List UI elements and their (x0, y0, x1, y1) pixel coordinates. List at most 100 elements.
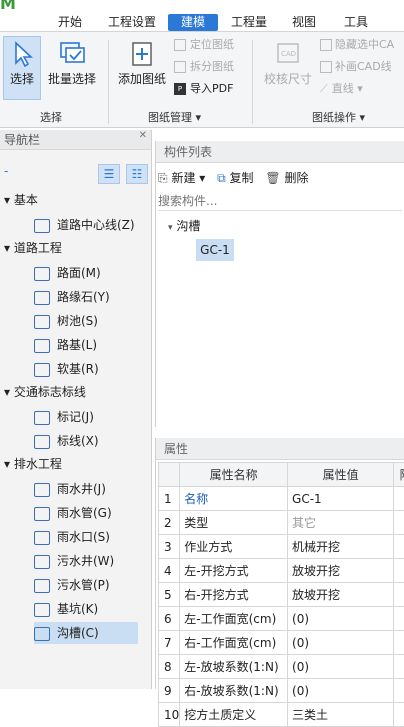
nav-group[interactable]: ▾ 交通标志标线 (4, 382, 86, 402)
table-cell (394, 607, 404, 631)
nav-item-label: 树池(S) (57, 314, 98, 328)
table-row[interactable]: 1名称GC-1 (159, 487, 404, 511)
table-cell: 3 (159, 535, 180, 559)
select-button[interactable]: 选择 (3, 36, 41, 100)
line-icon: ⟋ (320, 82, 328, 95)
add-drawing-button[interactable]: 添加图纸 (114, 36, 170, 100)
nav-group[interactable]: ▾ 基本 (4, 190, 38, 210)
table-row[interactable]: 6左-工作面宽(cm)(0) (159, 607, 404, 631)
menu-bar: 开始 工程设置 建模 工程量 视图 工具 (0, 12, 404, 32)
nav-item-label: 道路中心线(Z) (57, 218, 135, 232)
component-item-gc1[interactable]: GC-1 (196, 239, 234, 261)
component-list-title: 构件列表 (156, 141, 404, 163)
table-cell (394, 535, 404, 559)
select-label: 选择 (4, 70, 40, 87)
nav-item-label: 标线(X) (57, 434, 99, 448)
nav-item[interactable]: 污水井(W) (34, 550, 138, 572)
component-list-panel: 构件列表 ⎘ 新建 ▾ ⧉ 复制 🗑 删除 ▾ 沟槽 GC-1 (155, 141, 404, 427)
nav-item[interactable]: 路基(L) (34, 334, 138, 356)
nav-item[interactable]: 雨水口(S) (34, 526, 138, 548)
tab-modeling[interactable]: 建模 (168, 14, 218, 31)
check-size-button[interactable]: CAD 校核尺寸 (260, 36, 316, 100)
nav-item[interactable]: 沟槽(C) (34, 622, 138, 644)
sewage-pipe-icon (34, 579, 50, 593)
add-drawing-icon (127, 39, 157, 67)
split-drawing-button[interactable]: 拆分图纸 (174, 58, 234, 76)
rain-inlet-icon (34, 531, 50, 545)
table-row[interactable]: 9右-放坡系数(1:N)(0) (159, 679, 404, 703)
nav-item-label: 污水管(P) (57, 578, 110, 592)
curb-icon (34, 291, 50, 305)
col-index (159, 463, 180, 487)
nav-item[interactable]: 雨水井(J) (34, 478, 138, 500)
table-row[interactable]: 3作业方式机械开挖 (159, 535, 404, 559)
table-cell (394, 559, 404, 583)
nav-item-label: 标记(J) (57, 410, 94, 424)
import-pdf-button[interactable]: P导入PDF (174, 80, 233, 98)
nav-tree: ▾ 基本道路中心线(Z) ▾ 道路工程路面(M)路缘石(Y) 树池(S) 路基(L)软… (0, 130, 152, 689)
table-cell: GC-1 (288, 487, 394, 511)
new-button[interactable]: ⎘ 新建 ▾ (158, 171, 205, 185)
table-cell: 6 (159, 607, 180, 631)
table-cell: 挖方土质定义 (180, 703, 288, 727)
nav-item[interactable]: 路面(M) (34, 262, 138, 284)
line-button[interactable]: ⟋直线 ▾ (320, 80, 363, 98)
group-divider (252, 40, 253, 124)
split-icon (174, 61, 186, 73)
nav-item-label: 沟槽(C) (57, 626, 99, 640)
table-row[interactable]: 7右-工作面宽(cm)(0) (159, 631, 404, 655)
nav-item[interactable]: 树池(S) (34, 310, 138, 332)
table-row[interactable]: 5右-开挖方式放坡开挖 (159, 583, 404, 607)
batch-select-button[interactable]: 批量选择 (46, 36, 98, 100)
tab-view[interactable]: 视图 (286, 14, 322, 31)
col-value: 属性值 (288, 463, 394, 487)
table-row[interactable]: 4左-开挖方式放坡开挖 (159, 559, 404, 583)
table-cell: 4 (159, 559, 180, 583)
nav-item[interactable]: 路缘石(Y) (34, 286, 138, 308)
table-cell (394, 679, 404, 703)
sewage-well-icon (34, 555, 50, 569)
nav-item-label: 基坑(K) (57, 602, 98, 616)
properties-title: 属性 (156, 438, 404, 460)
nav-item-label: 雨水口(S) (57, 530, 110, 544)
group-drawing-ops-caption: 图纸操作 ▾ (312, 109, 365, 125)
table-cell: 右-放坡系数(1:N) (180, 679, 288, 703)
nav-group[interactable]: ▾ 排水工程 (4, 454, 62, 474)
table-row[interactable]: 2类型其它 (159, 511, 404, 535)
fill-cad-icon (320, 61, 332, 73)
nav-item[interactable]: 标记(J) (34, 406, 138, 428)
col-extra: 附 (394, 463, 404, 487)
tab-tools[interactable]: 工具 (338, 14, 374, 31)
nav-item[interactable]: 道路中心线(Z) (34, 214, 138, 236)
nav-group[interactable]: ▾ 道路工程 (4, 238, 62, 258)
table-row[interactable]: 8左-放坡系数(1:N)(0) (159, 655, 404, 679)
table-cell: 其它 (288, 511, 394, 535)
group-select-caption: 选择 (40, 109, 62, 125)
table-cell (394, 703, 404, 727)
component-toolbar: ⎘ 新建 ▾ ⧉ 复制 🗑 删除 (158, 167, 308, 189)
component-group[interactable]: ▾ 沟槽 (168, 217, 200, 234)
tab-start[interactable]: 开始 (52, 14, 88, 31)
table-cell (394, 583, 404, 607)
nav-item[interactable]: 污水管(P) (34, 574, 138, 596)
ribbon: 选择 批量选择 选择 添加图纸 定位图纸 拆分图纸 P导入PDF 图纸管理 ▾ … (0, 32, 404, 128)
check-size-label: 校核尺寸 (260, 70, 316, 87)
table-cell: 1 (159, 487, 180, 511)
hide-cad-button[interactable]: 隐藏选中CA (320, 36, 394, 54)
delete-button[interactable]: 🗑 删除 (265, 171, 308, 185)
properties-panel: 属性 属性名称 属性值 附 1名称GC-12类型其它3作业方式机械开挖4左-开挖… (155, 438, 404, 689)
tab-project-settings[interactable]: 工程设置 (104, 14, 160, 31)
tab-quantity[interactable]: 工程量 (226, 14, 272, 31)
fill-cad-button[interactable]: 补画CAD线 (320, 58, 392, 76)
nav-item[interactable]: 基坑(K) (34, 598, 138, 620)
copy-button[interactable]: ⧉ 复制 (217, 171, 253, 185)
table-cell: (0) (288, 679, 394, 703)
nav-item[interactable]: 软基(R) (34, 358, 138, 380)
subgrade-icon (34, 339, 50, 353)
table-row[interactable]: 10挖方土质定义三类土 (159, 703, 404, 727)
nav-item[interactable]: 雨水管(G) (34, 502, 138, 524)
table-cell: 8 (159, 655, 180, 679)
locate-drawing-button[interactable]: 定位图纸 (174, 36, 234, 54)
nav-item[interactable]: 标线(X) (34, 430, 138, 452)
component-search-input[interactable] (158, 191, 402, 211)
